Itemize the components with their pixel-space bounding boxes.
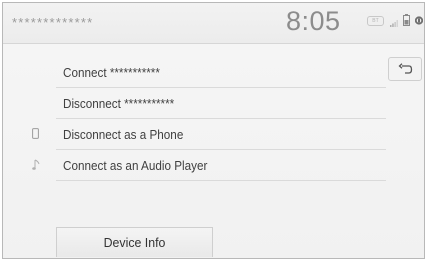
device-name: ************* xyxy=(12,15,94,30)
device-info-button[interactable]: Device Info xyxy=(56,227,213,257)
menu-item-disconnect-phone[interactable]: Disconnect as a Phone xyxy=(32,119,386,150)
battery-icon xyxy=(403,14,410,26)
back-arrow-icon xyxy=(398,63,413,74)
clock: 8:05 xyxy=(286,6,341,36)
bluetooth-badge: BT xyxy=(367,16,384,26)
menu-item-connect[interactable]: Connect *********** xyxy=(56,57,386,88)
menu-item-disconnect[interactable]: Disconnect *********** xyxy=(56,88,386,119)
signal-strength-icon xyxy=(390,20,398,27)
connection-menu: Connect *********** Disconnect *********… xyxy=(32,57,386,181)
status-bar: ************* 8:05 BT xyxy=(3,3,424,44)
back-button[interactable] xyxy=(388,57,422,81)
device-info-label: Device Info xyxy=(103,235,166,250)
music-note-icon xyxy=(32,159,40,170)
menu-item-label: Connect *********** xyxy=(63,65,160,80)
menu-item-label: Connect as an Audio Player xyxy=(63,158,208,173)
menu-item-connect-audio-player[interactable]: Connect as an Audio Player xyxy=(32,150,386,181)
display-screen: ************* 8:05 BT Connect **********… xyxy=(2,2,425,259)
phone-icon xyxy=(32,128,39,139)
menu-item-label: Disconnect as a Phone xyxy=(63,127,184,142)
menu-item-label: Disconnect *********** xyxy=(63,96,175,111)
status-icon xyxy=(415,16,423,25)
